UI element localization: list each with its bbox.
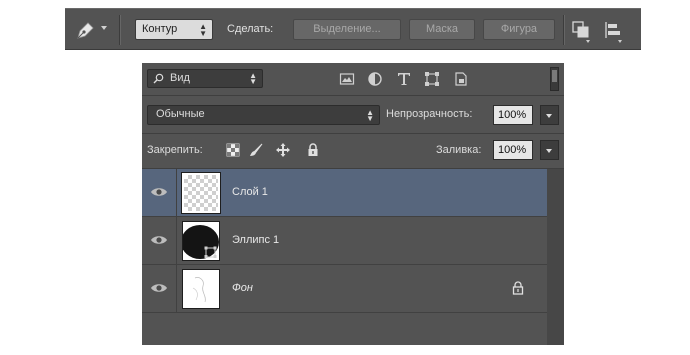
transparency-checkerboard (184, 175, 218, 211)
lock-label: Закрепить: (147, 144, 203, 156)
path-operations-icon[interactable] (571, 20, 591, 40)
path-alignment-icon[interactable] (603, 20, 623, 40)
lock-position-icon[interactable] (276, 143, 290, 157)
fill-input[interactable]: 100% (493, 140, 533, 160)
divider (563, 15, 565, 45)
opacity-input[interactable]: 100% (493, 105, 533, 125)
lock-transparency-icon[interactable] (226, 143, 240, 157)
ellipse-shape-icon (181, 225, 219, 259)
make-label: Сделать: (227, 23, 274, 35)
smart-object-filter-icon[interactable] (453, 71, 469, 87)
search-icon (153, 73, 164, 84)
layer-row-fon[interactable]: Фон (142, 265, 547, 313)
lock-icon[interactable] (512, 281, 524, 295)
divider (119, 15, 121, 45)
filter-kind-value: Вид (170, 72, 190, 84)
blend-mode-value: Обычные (156, 108, 205, 120)
layers-panel: Вид ▲ ▼ Обычные ▲ ▼ Непрозрачность: 100%… (142, 63, 564, 345)
divider (176, 169, 177, 217)
lock-pixels-icon[interactable] (249, 143, 263, 157)
layer-filter-row: Вид ▲ ▼ (142, 63, 564, 95)
up-down-arrows-icon: ▲ ▼ (249, 71, 257, 86)
shape-layer-thumbnail[interactable] (181, 221, 220, 261)
path-alignment-caret-icon[interactable] (618, 40, 622, 43)
path-operations-caret-icon[interactable] (586, 40, 590, 43)
eye-icon[interactable] (150, 233, 168, 247)
up-down-arrows-icon: ▲ ▼ (199, 22, 207, 38)
layer-thumbnail[interactable] (181, 172, 221, 214)
layer-name[interactable]: Фон (232, 282, 253, 294)
layer-name[interactable]: Эллипс 1 (232, 234, 279, 246)
make-mask-button[interactable]: Маска (409, 19, 475, 40)
eye-icon[interactable] (150, 185, 168, 199)
opacity-label: Непрозрачность: (386, 108, 473, 120)
sketch-thumbnail-image (192, 277, 206, 303)
tool-mode-value: Контур (142, 23, 178, 35)
opacity-slider-button[interactable] (540, 105, 559, 125)
divider (176, 265, 177, 313)
lock-all-icon[interactable] (306, 143, 320, 157)
make-shape-button[interactable]: Фигура (483, 19, 555, 40)
type-layer-filter-icon[interactable] (396, 71, 412, 87)
tool-mode-select[interactable]: Контур ▲ ▼ (135, 19, 213, 40)
background-layer-thumbnail[interactable] (182, 269, 220, 309)
make-selection-button[interactable]: Выделение... (293, 19, 401, 40)
pen-tool-icon[interactable] (75, 19, 97, 41)
layer-name[interactable]: Слой 1 (232, 186, 268, 198)
divider (142, 95, 564, 96)
blend-mode-select[interactable]: Обычные ▲ ▼ (147, 105, 380, 125)
fill-label: Заливка: (436, 144, 482, 156)
adjustment-layer-filter-icon[interactable] (367, 71, 383, 87)
eye-icon[interactable] (150, 281, 168, 295)
filter-toggle-switch[interactable] (550, 67, 559, 91)
layer-row-sloi-1[interactable]: Слой 1 (142, 169, 547, 217)
pixel-layer-filter-icon[interactable] (339, 71, 355, 87)
up-down-arrows-icon: ▲ ▼ (366, 108, 374, 123)
layer-row-ellips-1[interactable]: Эллипс 1 (142, 217, 547, 265)
options-bar: Контур ▲ ▼ Сделать: Выделение... Маска Фи… (65, 8, 641, 50)
shape-layer-filter-icon[interactable] (424, 71, 440, 87)
divider (176, 217, 177, 265)
divider (142, 133, 564, 134)
filter-kind-select[interactable]: Вид ▲ ▼ (147, 69, 263, 88)
tool-preset-caret-icon[interactable] (101, 26, 107, 30)
fill-slider-button[interactable] (540, 140, 559, 160)
layer-list-scrollbar[interactable] (547, 169, 564, 345)
